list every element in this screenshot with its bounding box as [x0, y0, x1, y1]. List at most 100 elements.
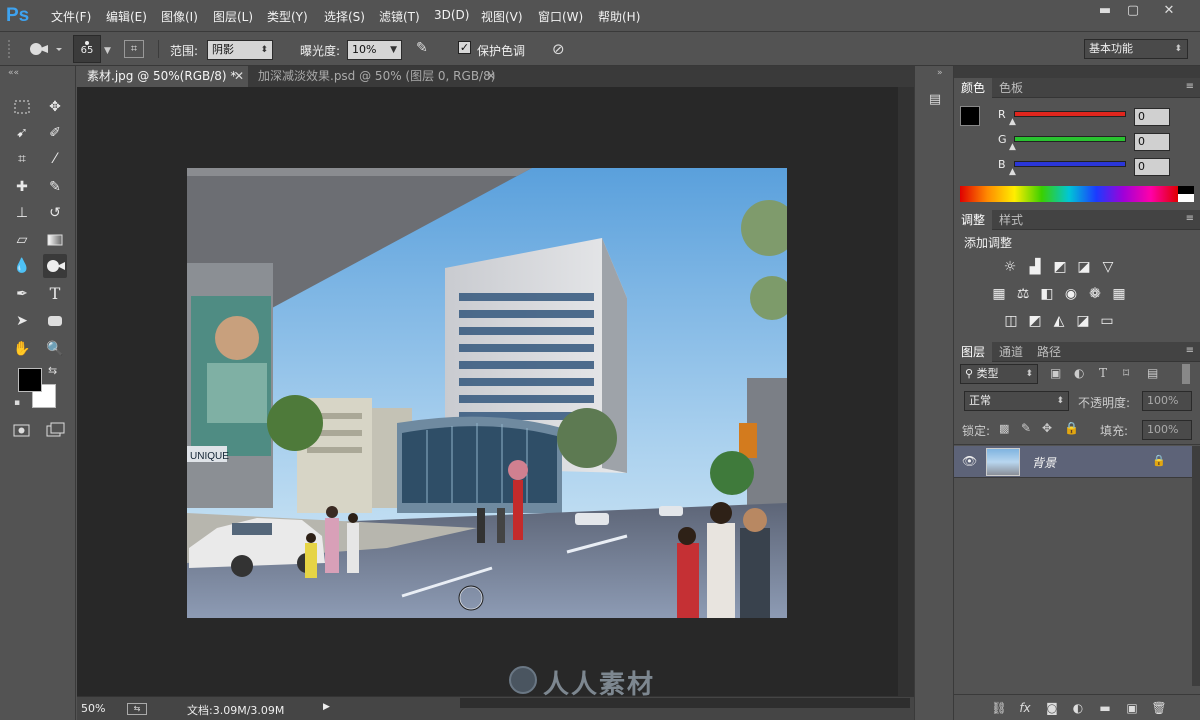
- protect-tones-checkbox[interactable]: ✓: [458, 41, 471, 54]
- pen-tool-icon[interactable]: ✒: [10, 282, 34, 306]
- shape-tool-icon[interactable]: [43, 309, 67, 333]
- panel-menu-icon[interactable]: ≡: [1186, 345, 1194, 356]
- lock-image-icon[interactable]: ✎: [1021, 421, 1031, 435]
- channel-mixer-icon[interactable]: ❁: [1087, 286, 1103, 302]
- status-options-icon[interactable]: ⇆: [127, 703, 147, 715]
- levels-icon[interactable]: ▟: [1027, 259, 1043, 275]
- new-layer-icon[interactable]: ▣: [1123, 701, 1141, 715]
- layer-name[interactable]: 背景: [1032, 454, 1056, 471]
- channel-value[interactable]: 0: [1134, 133, 1170, 151]
- link-layers-icon[interactable]: ⛓: [990, 701, 1008, 715]
- layer-row[interactable]: 👁 背景 🔒: [954, 446, 1192, 478]
- foreground-color-swatch[interactable]: [18, 368, 42, 392]
- invert-icon[interactable]: ◫: [1003, 313, 1019, 329]
- marquee-tool-icon[interactable]: [10, 95, 34, 119]
- black-white-icon[interactable]: ◧: [1039, 286, 1055, 302]
- add-mask-icon[interactable]: ◙: [1043, 701, 1061, 715]
- menu-edit[interactable]: 编辑(E): [106, 8, 147, 25]
- horizontal-scrollbar[interactable]: [460, 698, 910, 708]
- hue-saturation-icon[interactable]: ▦: [991, 286, 1007, 302]
- brush-panel-toggle-icon[interactable]: ⌗: [124, 40, 144, 58]
- channel-slider[interactable]: [1014, 136, 1126, 142]
- layer-style-fx-icon[interactable]: fx: [1016, 701, 1034, 715]
- stamp-tool-icon[interactable]: ⊥: [10, 201, 34, 225]
- color-spectrum-bar[interactable]: [960, 186, 1178, 202]
- gradient-tool-icon[interactable]: [43, 228, 67, 252]
- menu-view[interactable]: 视图(V): [481, 8, 523, 25]
- tab-adjustments[interactable]: 调整: [954, 210, 993, 230]
- crop-tool-icon[interactable]: ⌗: [10, 147, 34, 171]
- menu-help[interactable]: 帮助(H): [598, 8, 640, 25]
- blend-mode-select[interactable]: 正常 ⬍: [964, 391, 1069, 411]
- blur-tool-icon[interactable]: 💧: [10, 254, 34, 278]
- slider-thumb-icon[interactable]: ▲: [1009, 142, 1016, 152]
- zoom-tool-icon[interactable]: 🔍: [43, 337, 67, 361]
- panel-menu-icon[interactable]: ≡: [1186, 213, 1194, 224]
- history-panel-icon[interactable]: ▤: [926, 92, 944, 110]
- lock-position-icon[interactable]: ✥: [1042, 421, 1052, 435]
- slider-thumb-icon[interactable]: ▲: [1009, 117, 1016, 127]
- threshold-icon[interactable]: ◭: [1051, 313, 1067, 329]
- tab-color[interactable]: 颜色: [954, 78, 993, 98]
- workspace-select[interactable]: 基本功能 ⬍: [1084, 39, 1188, 59]
- brush-tool-icon[interactable]: ✎: [43, 175, 67, 199]
- close-tab-icon[interactable]: ✕: [486, 66, 496, 87]
- vibrance-icon[interactable]: ▽: [1100, 259, 1116, 275]
- vertical-scrollbar[interactable]: [898, 87, 914, 696]
- screen-mode-icon[interactable]: [43, 418, 67, 442]
- expand-arrows-icon[interactable]: »: [937, 68, 943, 78]
- tab-layers[interactable]: 图层: [954, 342, 993, 362]
- exposure-icon[interactable]: ◪: [1076, 259, 1092, 275]
- default-colors-icon[interactable]: ▪: [14, 398, 24, 408]
- minimize-button[interactable]: ▬: [1092, 2, 1118, 20]
- photo-filter-icon[interactable]: ◉: [1063, 286, 1079, 302]
- gradient-map-icon[interactable]: ▭: [1099, 313, 1115, 329]
- menu-filter[interactable]: 滤镜(T): [379, 8, 420, 25]
- filter-shape-icon[interactable]: ⌑: [1123, 366, 1129, 380]
- spectrum-white[interactable]: [1178, 194, 1194, 202]
- channel-value[interactable]: 0: [1134, 158, 1170, 176]
- menu-window[interactable]: 窗口(W): [538, 8, 583, 25]
- menu-3d[interactable]: 3D(D): [434, 8, 469, 22]
- channel-value[interactable]: 0: [1134, 108, 1170, 126]
- tab-paths[interactable]: 路径: [1030, 342, 1068, 362]
- healing-brush-tool-icon[interactable]: ✚: [10, 175, 34, 199]
- lasso-tool-icon[interactable]: ➹: [10, 121, 34, 145]
- lock-transparent-icon[interactable]: ▩: [999, 422, 1009, 435]
- filter-smart-object-icon[interactable]: ▤: [1147, 366, 1158, 380]
- hand-tool-icon[interactable]: ✋: [10, 337, 34, 361]
- opacity-input[interactable]: 100%: [1142, 391, 1192, 411]
- tab-styles[interactable]: 样式: [992, 210, 1030, 230]
- filter-adjustment-icon[interactable]: ◐: [1074, 366, 1084, 380]
- lock-all-icon[interactable]: 🔒: [1064, 421, 1079, 435]
- eyedropper-tool-icon[interactable]: ⁄: [43, 147, 67, 171]
- spectrum-black[interactable]: [1178, 186, 1194, 194]
- quick-select-tool-icon[interactable]: ✐: [43, 121, 67, 145]
- restore-button[interactable]: ▢: [1120, 2, 1146, 20]
- quick-mask-icon[interactable]: [10, 418, 34, 442]
- airbrush-icon[interactable]: ✎: [416, 40, 438, 58]
- pressure-size-icon[interactable]: ⊘: [552, 40, 574, 58]
- tab-swatches[interactable]: 色板: [992, 78, 1030, 98]
- new-group-icon[interactable]: ▬: [1096, 701, 1114, 715]
- color-lookup-icon[interactable]: ▦: [1111, 286, 1127, 302]
- range-select[interactable]: 阴影 ⬍: [207, 40, 273, 60]
- exposure-input[interactable]: 10% ▼: [347, 40, 402, 60]
- selective-color-icon[interactable]: ◪: [1075, 313, 1091, 329]
- grip-handle[interactable]: [8, 40, 12, 58]
- menu-file[interactable]: 文件(F): [51, 8, 91, 25]
- tab-active-document[interactable]: 素材.jpg @ 50%(RGB/8) * ✕: [77, 66, 248, 87]
- document-canvas[interactable]: UNIQUE: [187, 168, 787, 618]
- curves-icon[interactable]: ◩: [1052, 259, 1068, 275]
- filter-type-icon[interactable]: T: [1099, 366, 1107, 380]
- slider-thumb-icon[interactable]: ▲: [1009, 167, 1016, 177]
- close-button[interactable]: ✕: [1156, 2, 1182, 20]
- menu-image[interactable]: 图像(I): [161, 8, 198, 25]
- fill-input[interactable]: 100%: [1142, 420, 1192, 440]
- close-tab-icon[interactable]: ✕: [234, 66, 244, 87]
- swap-colors-icon[interactable]: ⇆: [48, 364, 57, 377]
- collapse-arrows-icon[interactable]: ««: [8, 68, 19, 78]
- tab-channels[interactable]: 通道: [992, 342, 1030, 362]
- burn-tool-icon[interactable]: [43, 254, 67, 278]
- brightness-icon[interactable]: ☼: [1002, 259, 1018, 275]
